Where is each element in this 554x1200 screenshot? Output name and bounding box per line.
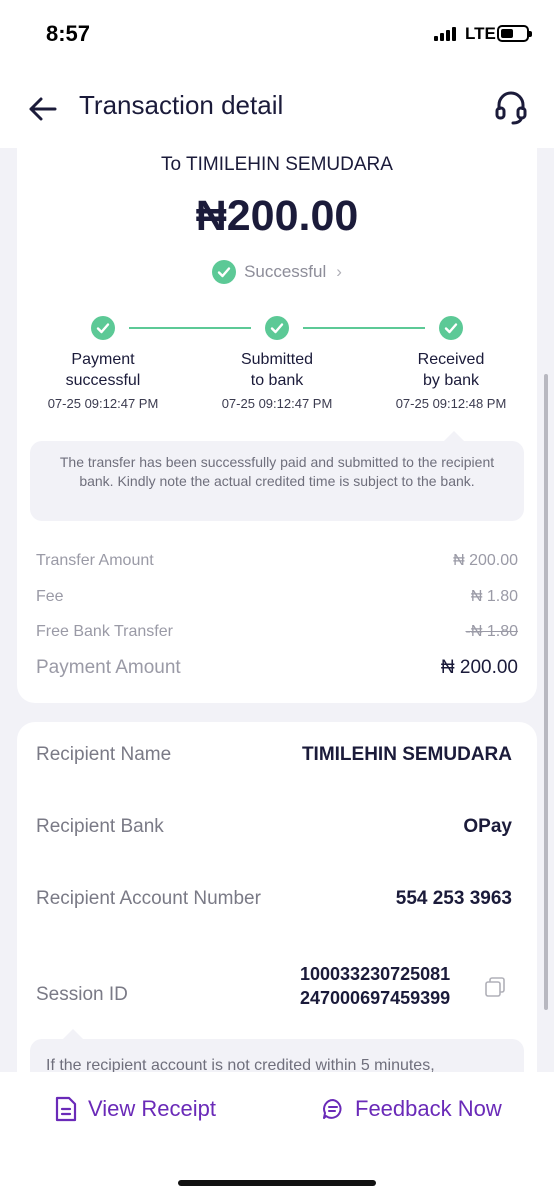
step-payment-successful: Payment successful 07-25 09:12:47 PM xyxy=(18,316,188,411)
fee-row: Fee ₦ 1.80 xyxy=(36,588,518,606)
status-text: Successful xyxy=(244,262,327,281)
recipient-line: To TIMILEHIN SEMUDARA xyxy=(161,154,393,175)
detail-label: Recipient Account Number xyxy=(36,888,261,909)
check-circle-icon xyxy=(439,316,463,340)
detail-value: 554 253 3963 xyxy=(395,888,512,909)
step-label-line: to bank xyxy=(250,372,304,389)
session-id-line: 100033230725081 xyxy=(300,964,451,984)
view-receipt-label: View Receipt xyxy=(88,1096,216,1121)
check-circle-icon xyxy=(212,260,237,284)
detail-label: Session ID xyxy=(36,984,128,1005)
headset-icon[interactable] xyxy=(494,90,528,126)
network-label: LTE xyxy=(465,24,496,43)
home-indicator[interactable] xyxy=(178,1180,376,1186)
header: Transaction detail xyxy=(0,70,554,148)
transfer-amount-row: Transfer Amount ₦ 200.00 xyxy=(36,552,518,570)
page-title: Transaction detail xyxy=(79,90,284,120)
scroll-area[interactable]: To TIMILEHIN SEMUDARA ₦200.00 Successful… xyxy=(0,148,554,1072)
fee-label: Free Bank Transfer xyxy=(36,623,173,640)
scrollbar[interactable] xyxy=(544,374,548,1010)
step-label: Submitted to bank xyxy=(192,349,362,391)
feedback-button[interactable]: Feedback Now xyxy=(321,1096,502,1122)
notice-message: If the recipient account is not credited… xyxy=(30,1039,524,1072)
detail-label: Recipient Name xyxy=(36,744,172,765)
fee-value: -₦ 1.80 xyxy=(465,623,518,640)
view-receipt-button[interactable]: View Receipt xyxy=(54,1096,216,1122)
summary-card: To TIMILEHIN SEMUDARA ₦200.00 Successful… xyxy=(17,148,537,703)
detail-label: Recipient Bank xyxy=(36,816,164,837)
info-message: The transfer has been successfully paid … xyxy=(30,441,524,521)
fee-value: ₦ 200.00 xyxy=(440,657,518,678)
status-bar: 8:57 LTE xyxy=(0,0,554,70)
step-time: 07-25 09:12:47 PM xyxy=(47,396,159,411)
step-submitted-to-bank: Submitted to bank 07-25 09:12:47 PM xyxy=(192,316,362,411)
status-time: 8:57 xyxy=(46,21,91,46)
fee-label: Transfer Amount xyxy=(36,552,154,569)
step-label-line: successful xyxy=(65,372,141,389)
info-pointer xyxy=(444,431,464,441)
step-label-line: Submitted xyxy=(240,351,314,368)
arrow-left-icon[interactable] xyxy=(26,92,60,126)
session-id-value: 100033230725081 247000697459399 xyxy=(300,962,450,1010)
notice-pointer xyxy=(63,1029,83,1039)
status-link[interactable]: Successful › xyxy=(17,260,537,284)
session-id-line: 247000697459399 xyxy=(300,988,451,1008)
step-received-by-bank: Received by bank 07-25 09:12:48 PM xyxy=(366,316,536,411)
detail-value: TIMILEHIN SEMUDARA xyxy=(301,744,512,765)
fee-value: ₦ 200.00 xyxy=(453,552,518,569)
payment-amount-row: Payment Amount ₦ 200.00 xyxy=(36,657,518,679)
step-label: Received by bank xyxy=(366,349,536,391)
battery-icon xyxy=(497,25,532,42)
step-label-line: Received xyxy=(417,351,485,368)
step-label-line: Payment xyxy=(71,351,135,368)
step-label-line: by bank xyxy=(422,372,480,389)
step-label: Payment successful xyxy=(18,349,188,391)
check-circle-icon xyxy=(91,316,115,340)
transaction-amount: ₦200.00 xyxy=(195,192,359,240)
recipient-name-row: Recipient Name TIMILEHIN SEMUDARA xyxy=(36,744,512,766)
chat-bubble-icon xyxy=(323,1099,342,1119)
fee-label: Payment Amount xyxy=(36,657,181,678)
fee-label: Fee xyxy=(36,588,64,605)
copy-icon[interactable] xyxy=(484,976,506,998)
detail-value: OPay xyxy=(463,816,512,837)
free-bank-transfer-row: Free Bank Transfer -₦ 1.80 xyxy=(36,623,518,641)
document-icon xyxy=(55,1096,77,1122)
bottom-bar: View Receipt Feedback Now xyxy=(0,1072,554,1200)
feedback-label: Feedback Now xyxy=(355,1096,502,1121)
step-time: 07-25 09:12:48 PM xyxy=(395,396,507,411)
signal-icon xyxy=(434,27,456,41)
chevron-right-icon: › xyxy=(336,262,342,281)
recipient-bank-row: Recipient Bank OPay xyxy=(36,816,512,838)
step-time: 07-25 09:12:47 PM xyxy=(221,396,333,411)
account-number-row: Recipient Account Number 554 253 3963 xyxy=(36,888,512,910)
details-card: Recipient Name TIMILEHIN SEMUDARA Recipi… xyxy=(17,722,537,1072)
check-circle-icon xyxy=(265,316,289,340)
fee-value: ₦ 1.80 xyxy=(470,588,518,605)
